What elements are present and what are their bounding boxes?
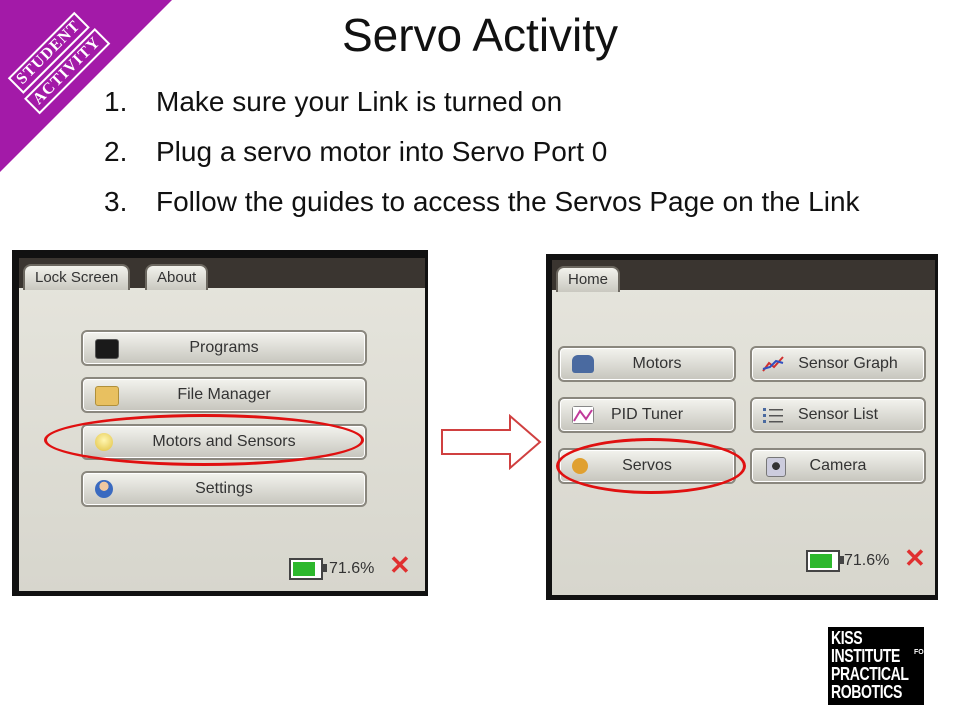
settings-button[interactable]: Settings xyxy=(81,471,367,507)
camera-button[interactable]: Camera xyxy=(750,448,926,484)
logo-line-kiss: KISS xyxy=(831,628,863,648)
button-label: Sensor List xyxy=(797,406,879,423)
button-label: File Manager xyxy=(177,386,271,403)
step-text: Plug a servo motor into Servo Port 0 xyxy=(156,136,608,167)
button-label: Motors xyxy=(632,355,682,372)
close-icon[interactable]: ✕ xyxy=(389,550,411,581)
tab-home[interactable]: Home xyxy=(556,266,621,292)
file-manager-button[interactable]: File Manager xyxy=(81,377,367,413)
battery-icon xyxy=(289,558,327,580)
close-icon[interactable]: ✕ xyxy=(904,543,926,574)
screen-panel: Home Motors Sensor Graph PID Tuner Senso… xyxy=(552,260,935,595)
logo-line-robotics: ROBOTICS xyxy=(831,682,902,702)
link-motors-sensors-screen: Home Motors Sensor Graph PID Tuner Senso… xyxy=(546,254,938,600)
step-number: 1. xyxy=(104,86,128,117)
button-label: Settings xyxy=(195,480,253,497)
step-1: 1. Make sure your Link is turned on xyxy=(104,82,860,132)
slide-title: Servo Activity xyxy=(341,9,619,61)
step-2: 2. Plug a servo motor into Servo Port 0 xyxy=(104,132,860,182)
motors-button[interactable]: Motors xyxy=(558,346,736,382)
button-label: PID Tuner xyxy=(610,406,684,423)
logo-line-practical: PRACTICAL xyxy=(831,664,909,684)
step-text: Follow the guides to access the Servos P… xyxy=(156,186,860,217)
button-label: Programs xyxy=(189,339,259,356)
tab-lock-screen[interactable]: Lock Screen xyxy=(23,264,131,290)
step-3: 3. Follow the guides to access the Servos… xyxy=(104,182,860,232)
logo-for: FOR xyxy=(914,649,929,656)
highlight-ring-servos xyxy=(556,438,746,494)
step-text: Make sure your Link is turned on xyxy=(156,86,563,117)
step-number: 3. xyxy=(104,186,128,217)
sensor-list-button[interactable]: Sensor List xyxy=(750,397,926,433)
tab-bar: Home xyxy=(552,260,935,292)
battery-percent: 71.6% xyxy=(844,552,890,569)
tab-bar: Lock Screen About xyxy=(19,258,425,290)
kipr-logo: KISS INSTITUTE FOR PRACTICAL ROBOTICS xyxy=(828,627,929,705)
step-number: 2. xyxy=(104,136,128,167)
highlight-ring-motors-and-sensors xyxy=(44,414,364,466)
sensor-graph-button[interactable]: Sensor Graph xyxy=(750,346,926,382)
battery-percent: 71.6% xyxy=(329,560,375,577)
tab-about[interactable]: About xyxy=(145,264,209,290)
logo-line-institute: INSTITUTE xyxy=(831,646,901,666)
button-label: Camera xyxy=(809,457,867,474)
pid-tuner-button[interactable]: PID Tuner xyxy=(558,397,736,433)
steps-list: 1. Make sure your Link is turned on 2. Plu… xyxy=(104,82,860,232)
button-label: Sensor Graph xyxy=(798,355,898,372)
programs-button[interactable]: Programs xyxy=(81,330,367,366)
arrow-right-icon xyxy=(441,414,542,470)
battery-icon xyxy=(806,550,844,572)
